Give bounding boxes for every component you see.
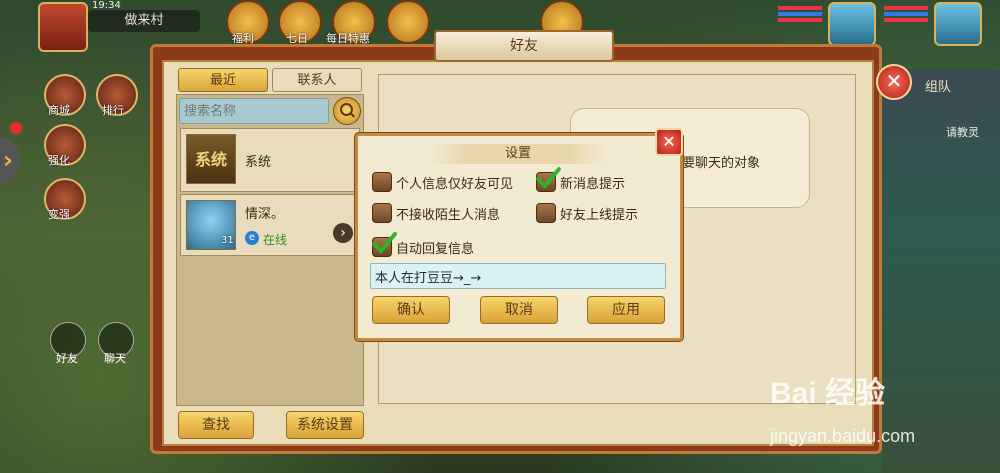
checkbox-block-strangers[interactable]: [372, 203, 392, 223]
village-name: 做来村: [88, 10, 200, 32]
checkbox-new-message[interactable]: [536, 167, 561, 192]
checkbox-auto-reply[interactable]: [372, 232, 397, 257]
status-bars: [778, 4, 822, 34]
checkbox-new-message-label: 新消息提示: [560, 177, 626, 192]
chat-shortcut-label: 聊天: [104, 352, 126, 365]
baidu-watermark: Bai 经验 jingyan.baidu.com: [770, 368, 915, 446]
apply-button[interactable]: 应用: [587, 296, 665, 324]
shop-label: 商城: [48, 104, 70, 117]
checkbox-friends-only[interactable]: [372, 172, 392, 192]
checkbox-friends-only-label: 个人信息仅好友可见: [396, 177, 514, 192]
companion-avatar[interactable]: [934, 2, 982, 46]
contact-name: 系统: [245, 155, 272, 170]
check-icon: [536, 167, 561, 189]
cancel-button[interactable]: 取消: [480, 296, 558, 324]
enhance-label: 强化: [48, 154, 70, 167]
search-button[interactable]: [333, 97, 361, 125]
online-icon: e: [245, 231, 259, 245]
tab-recent[interactable]: 最近: [178, 68, 268, 92]
watermark-main: Bai 经验: [770, 377, 886, 410]
friend-level: 31: [221, 235, 234, 246]
notification-dot: [10, 122, 22, 134]
contact-system[interactable]: 系统 系统: [180, 128, 360, 192]
check-icon: [372, 232, 397, 254]
auto-reply-input[interactable]: [370, 263, 666, 289]
checkbox-friend-online[interactable]: [536, 203, 556, 223]
close-dialog-button[interactable]: ✕: [655, 128, 683, 156]
contact-friend[interactable]: 31 情深。 e 在线 ›: [180, 194, 360, 256]
status-bars-2: [884, 4, 928, 34]
confirm-button[interactable]: 确认: [372, 296, 450, 324]
checkbox-block-strangers-label: 不接收陌生人消息: [396, 208, 501, 223]
friend-status: 在线: [263, 233, 288, 247]
hint-text: 请教灵: [946, 126, 979, 139]
checkbox-auto-reply-label: 自动回复信息: [396, 242, 475, 257]
friends-shortcut-label: 好友: [56, 352, 78, 365]
rank-label: 排行: [102, 104, 124, 117]
search-input[interactable]: [179, 98, 329, 124]
checkbox-friend-online-label: 好友上线提示: [560, 208, 639, 223]
settings-dialog-title: 设置: [430, 144, 606, 164]
activity-icon[interactable]: [386, 0, 430, 44]
watermark-sub: jingyan.baidu.com: [770, 426, 916, 446]
team-tab[interactable]: 组队: [925, 76, 951, 95]
tab-contacts[interactable]: 联系人: [272, 68, 362, 92]
close-panel-button[interactable]: ✕: [876, 64, 912, 100]
right-scene: [882, 70, 1000, 473]
pet-avatar[interactable]: [828, 2, 876, 46]
chat-hint-text: 要聊天的对象: [682, 156, 761, 171]
strengthen-label: 变强: [48, 208, 70, 221]
contact-name: 情深。: [245, 207, 285, 222]
system-avatar: 系统: [186, 134, 236, 184]
friends-panel-title: 好友: [434, 30, 614, 62]
chevron-right-icon[interactable]: ›: [333, 223, 353, 243]
system-settings-button[interactable]: 系统设置: [286, 411, 364, 439]
player-avatar[interactable]: [38, 2, 88, 52]
find-button[interactable]: 查找: [178, 411, 254, 439]
